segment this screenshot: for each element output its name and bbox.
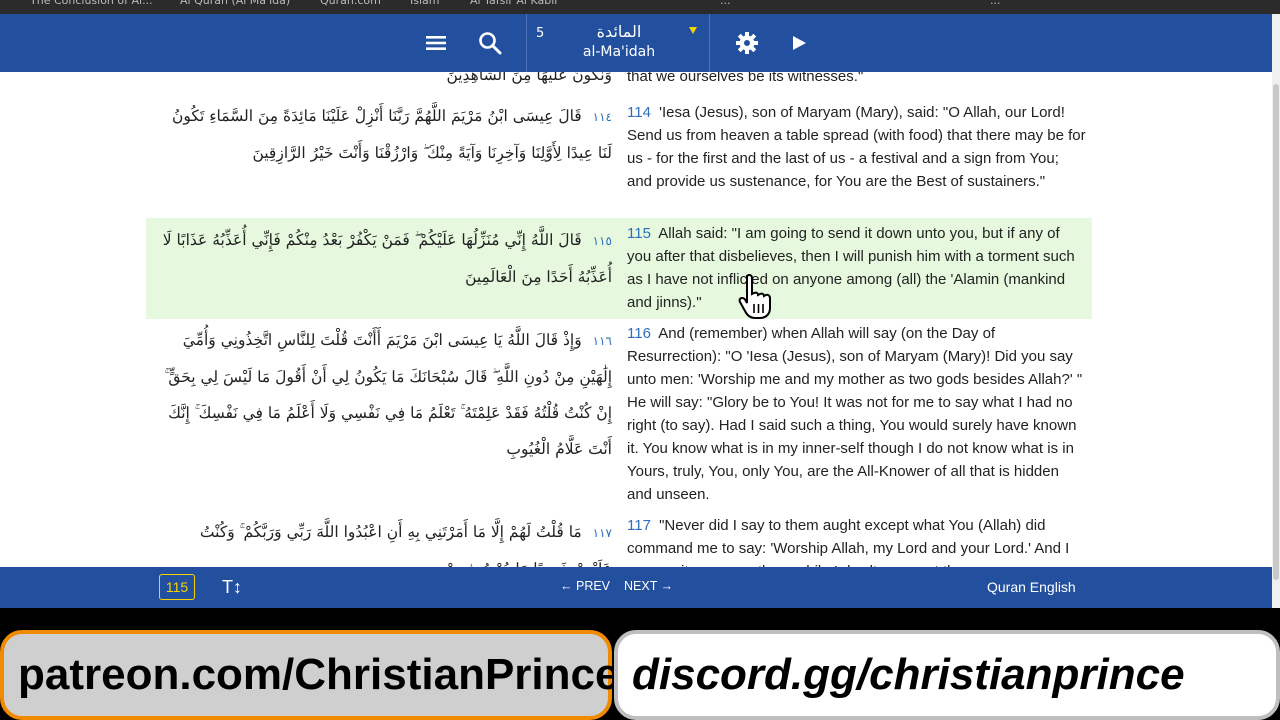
verse-number-arabic: ١١٥ xyxy=(592,234,612,248)
verse-row-114[interactable]: ١١٤ قَالَ عِيسَى ابْنُ مَرْيَمَ اللَّهُم… xyxy=(146,98,1092,218)
verse-arabic: ١١٧ مَا قُلْتُ لَهُمْ إِلَّا مَا أَمَرْت… xyxy=(146,514,620,567)
gear-icon xyxy=(736,32,758,54)
verse-row-partial: وَنَكُونَ عَلَيْهَا مِنَ الشَّاهِدِينَ t… xyxy=(146,72,1092,90)
verse-english-text: Allah said: "I am going to send it down … xyxy=(627,225,1075,311)
scrollbar-thumb[interactable] xyxy=(1273,84,1279,580)
verse-arabic: ١١٥ قَالَ اللَّهُ إِنِّي مُنَزِّلُهَا عَ… xyxy=(146,222,620,295)
browser-tab-strip: The Conclusion of Al... Al Quran (Al Ma'… xyxy=(0,0,1280,14)
discord-banner-text: discord.gg/christianprince xyxy=(632,650,1185,699)
verse-english: that we ourselves be its witnesses." xyxy=(627,72,864,85)
hand-pointer-cursor-icon xyxy=(738,274,771,319)
text-size-icon: T↕ xyxy=(222,576,242,597)
browser-tab[interactable]: Al Quran (Al Ma'ida) xyxy=(180,0,290,8)
verse-row-115[interactable]: ١١٥ قَالَ اللَّهُ إِنِّي مُنَزِّلُهَا عَ… xyxy=(146,218,1092,319)
verse-number-arabic: ١١٤ xyxy=(592,110,612,124)
verse-arabic-text: وَإِذْ قَالَ اللَّهُ يَا عِيسَى ابْنَ مَ… xyxy=(164,331,612,458)
surah-name-arabic: المائدة xyxy=(596,22,642,41)
verse-number-arabic: ١١٧ xyxy=(592,526,612,540)
discord-banner: discord.gg/christianprince xyxy=(614,630,1280,720)
verse-arabic-text: قَالَ اللَّهُ إِنِّي مُنَزِّلُهَا عَلَيْ… xyxy=(162,231,612,286)
verse-arabic-text: قَالَ عِيسَى ابْنُ مَرْيَمَ اللَّهُمَّ ر… xyxy=(172,107,612,162)
current-verse-button[interactable]: 115 xyxy=(159,574,195,600)
browser-tab[interactable]: ... xyxy=(990,0,1001,8)
verse-row-117[interactable]: ١١٧ مَا قُلْتُ لَهُمْ إِلَّا مَا أَمَرْت… xyxy=(146,514,1092,567)
text-size-button[interactable]: T↕ xyxy=(222,573,242,601)
browser-tab[interactable]: The Conclusion of Al... xyxy=(30,0,153,8)
verse-english-text: And (remember) when Allah will say (on t… xyxy=(627,325,1083,503)
hamburger-menu-icon xyxy=(426,36,446,50)
search-button[interactable] xyxy=(470,14,510,72)
verse-english-text: "Never did I say to them aught except wh… xyxy=(627,517,1070,567)
verse-arabic: ١١٦ وَإِذْ قَالَ اللَّهُ يَا عِيسَى ابْن… xyxy=(146,322,620,467)
next-button[interactable]: NEXT → xyxy=(624,579,673,593)
browser-tab[interactable]: Al Tafsir Al Kabir xyxy=(470,0,559,8)
scrollbar[interactable] xyxy=(1272,14,1280,608)
patreon-banner: patreon.com/ChristianPrince xyxy=(0,630,619,720)
settings-button[interactable] xyxy=(727,14,767,72)
surah-name-latin: al-Ma'idah xyxy=(582,44,656,60)
verse-row-116[interactable]: ١١٦ وَإِذْ قَالَ اللَّهُ يَا عِيسَى ابْن… xyxy=(146,322,1092,512)
search-icon xyxy=(479,32,502,55)
surah-selector[interactable]: 5 المائدة al-Ma'idah xyxy=(526,14,710,72)
patreon-banner-text: patreon.com/ChristianPrince xyxy=(18,650,620,699)
verse-list[interactable]: وَنَكُونَ عَلَيْهَا مِنَ الشَّاهِدِينَ t… xyxy=(0,72,1272,567)
verse-arabic: ١١٤ قَالَ عِيسَى ابْنُ مَرْيَمَ اللَّهُم… xyxy=(146,98,620,171)
browser-tab[interactable]: Quran.com xyxy=(320,0,381,8)
chevron-down-icon xyxy=(689,27,697,34)
verse-number-arabic: ١١٦ xyxy=(592,334,612,348)
play-icon xyxy=(793,36,806,50)
prev-label: PREV xyxy=(575,579,611,593)
prev-button[interactable]: ← PREV xyxy=(560,579,610,593)
verse-number[interactable]: 117 xyxy=(627,517,651,534)
video-overlay-banners: patreon.com/ChristianPrince discord.gg/c… xyxy=(0,608,1280,720)
verse-arabic: وَنَكُونَ عَلَيْهَا مِنَ الشَّاهِدِينَ xyxy=(446,72,612,84)
arrow-left-icon: ← xyxy=(560,579,573,593)
verse-number[interactable]: 116 xyxy=(627,325,651,342)
verse-english: 117 "Never did I say to them aught excep… xyxy=(627,514,1087,567)
verse-english: 115 Allah said: "I am going to send it d… xyxy=(627,222,1087,314)
browser-tab[interactable]: Islam xyxy=(410,0,440,8)
translation-selector[interactable]: Quran English xyxy=(987,579,1076,595)
next-label: NEXT xyxy=(624,579,658,593)
verse-number[interactable]: 114 xyxy=(627,104,651,121)
verse-number[interactable]: 115 xyxy=(627,225,651,242)
bottom-bar: 115 T↕ ← PREV NEXT → Quran English xyxy=(0,567,1272,608)
verse-english-text: 'Iesa (Jesus), son of Maryam (Mary), sai… xyxy=(627,104,1086,190)
verse-english: 114 'Iesa (Jesus), son of Maryam (Mary),… xyxy=(627,101,1087,193)
browser-tab[interactable]: ... xyxy=(720,0,731,8)
menu-button[interactable] xyxy=(416,14,456,72)
arrow-right-icon: → xyxy=(660,579,674,593)
play-button[interactable] xyxy=(779,14,819,72)
verse-arabic-text: مَا قُلْتُ لَهُمْ إِلَّا مَا أَمَرْتَنِي… xyxy=(199,523,612,567)
app-header: 5 المائدة al-Ma'idah xyxy=(0,14,1272,72)
verse-english: 116 And (remember) when Allah will say (… xyxy=(627,322,1087,506)
